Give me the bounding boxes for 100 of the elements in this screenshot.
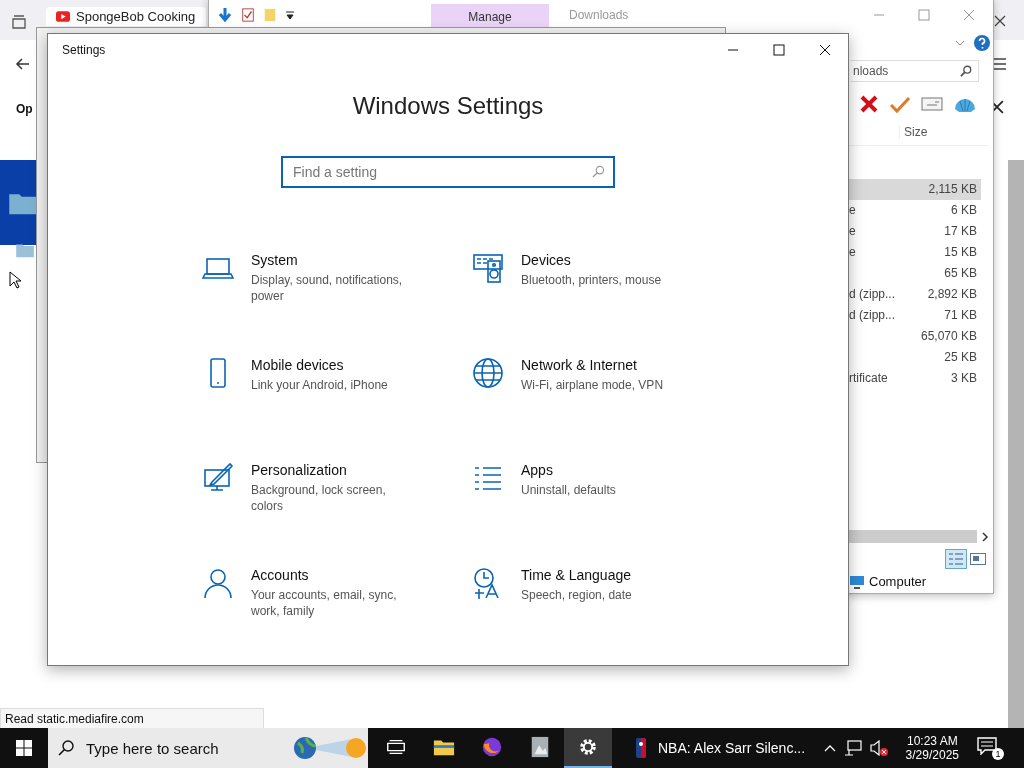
mouse-cursor-icon <box>9 271 21 289</box>
file-row[interactable]: 2,115 KB <box>847 179 981 200</box>
chat-bubble-icon <box>977 736 997 755</box>
search-icon <box>592 165 605 178</box>
settings-category[interactable]: Time & Language Speech, region, date <box>472 567 722 622</box>
page-text: Op <box>16 102 33 116</box>
status-text: Read static.mediafire.com <box>0 708 264 730</box>
category-title: Devices <box>521 252 572 268</box>
table-cell-text: e <box>849 244 856 261</box>
table-cell-text: e <box>849 202 856 219</box>
search-field[interactable]: Find a setting <box>281 156 615 188</box>
category-title: Apps <box>521 462 554 478</box>
page-heading: Windows Settings <box>351 92 545 120</box>
checkmark-icon[interactable] <box>889 94 911 114</box>
horizontal-scrollbar[interactable] <box>849 530 977 543</box>
checklist-icon[interactable] <box>241 8 255 22</box>
file-row[interactable]: 25 KB <box>847 347 981 368</box>
file-row[interactable]: rtificate 3 KB <box>847 368 981 389</box>
tab-list-icon[interactable] <box>11 14 27 30</box>
table-cell-text: 2,115 KB <box>928 181 977 198</box>
search-icon <box>58 740 74 756</box>
taskbar-app[interactable] <box>564 728 612 768</box>
news-widget[interactable]: NBA: Alex Sarr Silenc... <box>636 738 812 758</box>
table-cell-text: 65 KB <box>944 265 977 282</box>
search-icon <box>960 65 972 77</box>
close-icon[interactable] <box>994 15 1006 27</box>
category-description: Uninstall, defaults <box>521 482 617 498</box>
table-cell-text: e <box>849 223 856 240</box>
browser-tab[interactable]: SpongeBob Cooking <box>46 7 206 26</box>
file-row[interactable]: 65 KB <box>847 263 981 284</box>
speaker-muted-icon[interactable] <box>869 740 888 756</box>
menu-icon[interactable] <box>992 56 1008 72</box>
cross-icon[interactable] <box>859 94 879 114</box>
network-icon[interactable] <box>843 740 862 756</box>
settings-category[interactable]: System Display, sound, notifications, power <box>202 252 472 307</box>
file-row[interactable]: e 6 KB <box>847 200 981 221</box>
chevron-down-icon[interactable] <box>955 40 965 46</box>
category-title: Mobile devices <box>251 357 345 373</box>
notification-count: 1 <box>992 747 1004 760</box>
table-cell-text: d (zipp... <box>849 286 896 303</box>
planet-sun-icon <box>292 735 368 761</box>
table-cell-text: 65,070 KB <box>920 328 977 345</box>
category-title: Accounts <box>251 567 310 583</box>
file-row[interactable]: d (zipp... 2,892 KB <box>847 284 981 305</box>
globe-icon <box>472 357 504 389</box>
maximize-icon[interactable] <box>773 44 785 56</box>
file-row[interactable]: d (zipp... 71 KB <box>847 305 981 326</box>
category-title: Network & Internet <box>521 357 638 373</box>
table-cell-text: 17 KB <box>944 223 977 240</box>
dropdown-icon[interactable] <box>285 10 295 20</box>
help-icon[interactable] <box>974 35 990 51</box>
settings-category[interactable]: Mobile devices Link your Android, iPhone <box>202 357 472 412</box>
settings-category[interactable]: Accounts Your accounts, email, sync, work, family <box>202 567 472 622</box>
settings-category[interactable]: Devices Bluetooth, printers, mouse <box>472 252 722 307</box>
video-play-icon <box>56 11 70 22</box>
table-cell-text: d (zipp... <box>849 307 896 324</box>
clock[interactable]: 10:23 AM 3/29/2025 <box>905 734 959 762</box>
file-row[interactable]: 65,070 KB <box>847 326 981 347</box>
fox-globe-icon <box>481 736 503 758</box>
category-title: Time & Language <box>521 567 632 583</box>
category-description: Wi-Fi, airplane mode, VPN <box>521 377 665 393</box>
scrollbar[interactable] <box>1008 160 1024 728</box>
chevron-up-icon[interactable] <box>823 744 836 752</box>
gear-icon <box>577 736 599 758</box>
category-description: Background, lock screen, colors <box>251 482 387 514</box>
close-icon[interactable] <box>819 44 831 56</box>
person-icon <box>202 567 234 599</box>
category-title: System <box>251 252 299 268</box>
table-cell-text: 2,892 KB <box>927 286 977 303</box>
window-title: Downloads <box>569 8 629 22</box>
settings-category[interactable]: Personalization Background, lock screen, colors <box>202 462 472 517</box>
table-cell-text: 25 KB <box>944 349 977 366</box>
status-text: Computer <box>869 574 927 589</box>
preview-view-icon[interactable] <box>970 553 986 565</box>
photo-icon <box>529 736 551 758</box>
category-description: Link your Android, iPhone <box>251 377 389 393</box>
settings-category[interactable]: Network & Internet Wi-Fi, airplane mode, VPN <box>472 357 722 412</box>
category-description: Display, sound, notifications, power <box>251 272 404 304</box>
table-cell-text: 15 KB <box>944 244 977 261</box>
date-text: 3/29/2025 <box>905 748 959 762</box>
windows-logo-icon[interactable] <box>16 740 32 756</box>
search-input[interactable]: Type here to search <box>84 738 282 758</box>
file-row[interactable]: e 17 KB <box>847 221 981 242</box>
column-header[interactable]: Size <box>899 125 928 139</box>
window-title: Settings <box>62 43 106 57</box>
search-field[interactable]: nloads <box>851 60 979 82</box>
table-cell-text: 6 KB <box>951 202 977 219</box>
search-box[interactable]: Type here to search <box>48 728 368 768</box>
table-cell-text: rtificate <box>849 370 888 387</box>
category-description: Bluetooth, printers, mouse <box>521 272 663 288</box>
table-cell-text: 3 KB <box>951 370 977 387</box>
monitor-icon <box>849 574 865 589</box>
notification-button[interactable]: 1 <box>977 736 1004 760</box>
down-arrow-icon[interactable] <box>217 7 233 23</box>
file-row[interactable]: e 15 KB <box>847 242 981 263</box>
back-arrow-icon[interactable] <box>15 56 31 72</box>
table-cell-text: 71 KB <box>944 307 977 324</box>
settings-category[interactable]: Apps Uninstall, defaults <box>472 462 722 517</box>
scroll-right-icon[interactable] <box>981 532 989 542</box>
basketball-logo-icon <box>636 738 646 758</box>
